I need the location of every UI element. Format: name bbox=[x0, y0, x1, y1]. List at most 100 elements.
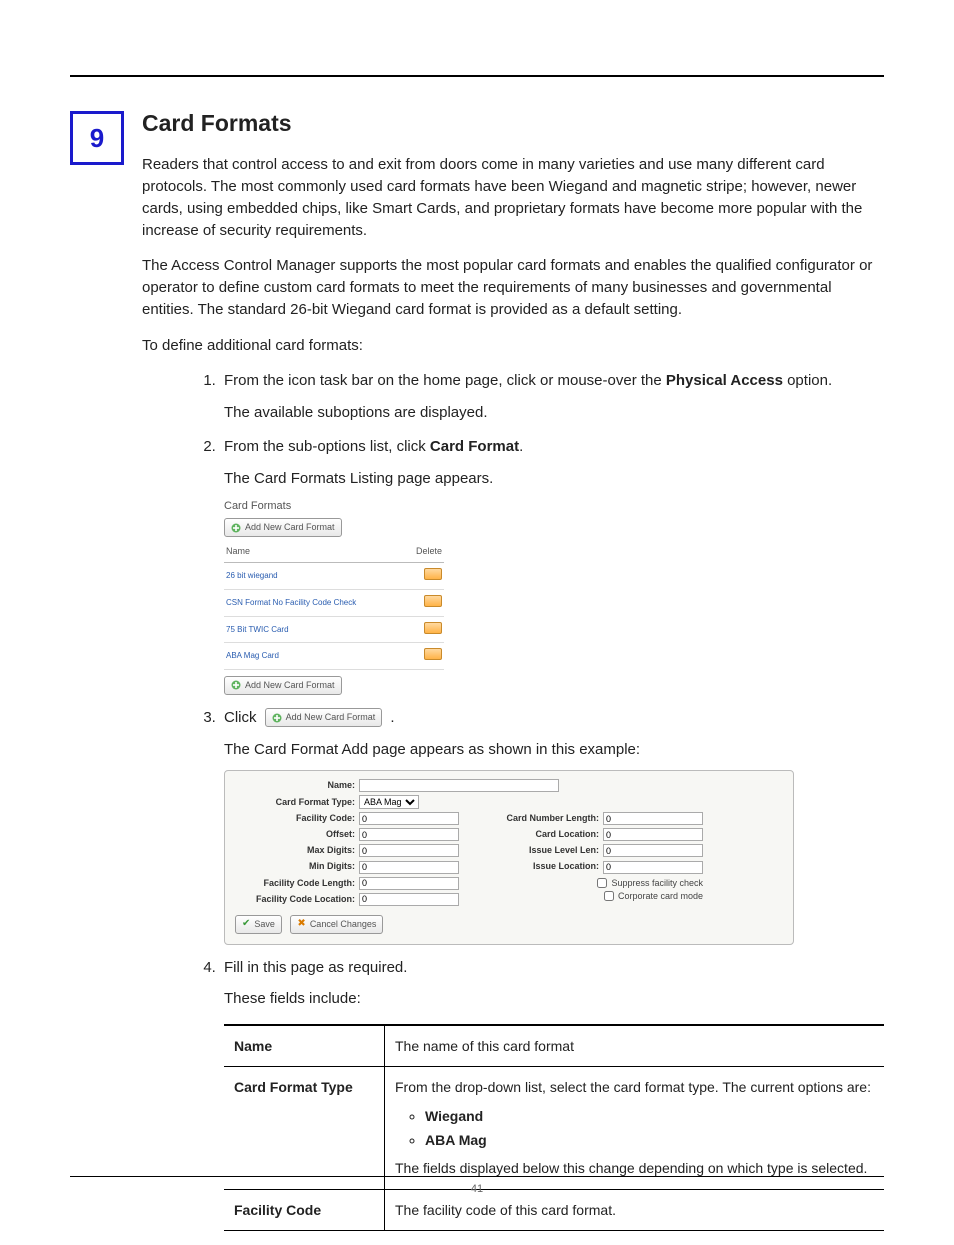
step-2: From the sub-options list, click Card Fo… bbox=[220, 436, 884, 695]
add-card-format-button-bottom[interactable]: Add New Card Format bbox=[224, 676, 342, 695]
top-rule bbox=[70, 75, 884, 77]
offset-input[interactable] bbox=[359, 828, 459, 841]
delete-icon[interactable] bbox=[424, 622, 442, 634]
form-two-columns: Facility Code: Offset: Max Digits: Min D… bbox=[235, 812, 783, 908]
step-4-text-a: Fill in this page as required. bbox=[224, 959, 407, 976]
chapter-number: 9 bbox=[90, 123, 104, 154]
type-options-list: Wiegand ABA Mag bbox=[395, 1106, 874, 1151]
cancel-button[interactable]: ✖ Cancel Changes bbox=[290, 915, 383, 934]
form-screenshot: Name: Card Format Type: ABA Mag Facility… bbox=[224, 770, 794, 944]
plus-icon bbox=[231, 680, 241, 690]
issue-level-len-input[interactable] bbox=[603, 844, 703, 857]
delete-icon[interactable] bbox=[424, 595, 442, 607]
col-name-header: Name bbox=[224, 541, 400, 563]
plus-icon bbox=[272, 713, 282, 723]
form-right-column: Card Number Length: Card Location: Issue… bbox=[479, 812, 703, 908]
desc-type-text-a: From the drop-down list, select the card… bbox=[395, 1079, 871, 1095]
inline-add-button-label: Add New Card Format bbox=[286, 711, 376, 724]
body-column: Card Formats Readers that control access… bbox=[142, 107, 884, 1245]
format-link[interactable]: 75 Bit TWIC Card bbox=[224, 616, 400, 643]
format-link[interactable]: 26 bit wiegand bbox=[224, 563, 400, 590]
facility-code-length-label: Facility Code Length: bbox=[235, 877, 355, 890]
table-header-row: Name Delete bbox=[224, 541, 444, 563]
card-number-length-input[interactable] bbox=[603, 812, 703, 825]
desc-row-facility: Facility Code The facility code of this … bbox=[224, 1189, 884, 1230]
facility-code-input[interactable] bbox=[359, 812, 459, 825]
inline-add-button[interactable]: Add New Card Format bbox=[265, 708, 383, 727]
card-number-length-label: Card Number Length: bbox=[479, 812, 599, 825]
card-location-input[interactable] bbox=[603, 828, 703, 841]
chapter-number-box: 9 bbox=[70, 111, 124, 165]
listing-screenshot: Card Formats Add New Card Format Name De… bbox=[224, 499, 444, 694]
save-label: Save bbox=[254, 918, 275, 931]
desc-type-text-b: The fields displayed below this change d… bbox=[395, 1160, 867, 1176]
type-option-abamag: ABA Mag bbox=[425, 1130, 874, 1150]
desc-type-header: Card Format Type bbox=[224, 1067, 385, 1189]
facility-code-location-input[interactable] bbox=[359, 893, 459, 906]
issue-level-len-label: Issue Level Len: bbox=[479, 844, 599, 857]
step-3-text-a: Click bbox=[224, 709, 261, 726]
cancel-label: Cancel Changes bbox=[310, 918, 377, 931]
page: 9 Card Formats Readers that control acce… bbox=[0, 0, 954, 1235]
intro-paragraph-1: Readers that control access to and exit … bbox=[142, 154, 884, 241]
steps-list: From the icon task bar on the home page,… bbox=[142, 370, 884, 1231]
add-button-label: Add New Card Format bbox=[245, 521, 335, 534]
delete-icon[interactable] bbox=[424, 568, 442, 580]
step-3-result: The Card Format Add page appears as show… bbox=[224, 739, 884, 761]
listing-table: Name Delete 26 bit wiegand CSN Format No… bbox=[224, 541, 444, 669]
type-select[interactable]: ABA Mag bbox=[359, 795, 419, 809]
page-number: 41 bbox=[471, 1183, 483, 1195]
table-row: 75 Bit TWIC Card bbox=[224, 616, 444, 643]
form-row-type: Card Format Type: ABA Mag bbox=[235, 795, 783, 809]
format-link[interactable]: CSN Format No Facility Code Check bbox=[224, 589, 400, 616]
step-1: From the icon task bar on the home page,… bbox=[220, 370, 884, 424]
format-link[interactable]: ABA Mag Card bbox=[224, 643, 400, 670]
max-digits-input[interactable] bbox=[359, 844, 459, 857]
desc-name-header: Name bbox=[224, 1025, 385, 1067]
step-4-text-b: These fields include: bbox=[224, 988, 884, 1010]
offset-label: Offset: bbox=[235, 828, 355, 841]
suppress-label: Suppress facility check bbox=[611, 877, 703, 890]
step-2-bold: Card Format bbox=[430, 438, 519, 455]
form-row-name: Name: bbox=[235, 779, 783, 792]
desc-name-value: The name of this card format bbox=[385, 1025, 885, 1067]
page-title: Card Formats bbox=[142, 107, 884, 140]
save-button[interactable]: ✔ Save bbox=[235, 915, 282, 934]
step-3: Click Add New Card Format . The Card For… bbox=[220, 707, 884, 945]
facility-code-location-label: Facility Code Location: bbox=[235, 893, 355, 906]
table-row: ABA Mag Card bbox=[224, 643, 444, 670]
col-delete-header: Delete bbox=[400, 541, 444, 563]
step-2-result: The Card Formats Listing page appears. bbox=[224, 468, 884, 490]
issue-location-input[interactable] bbox=[603, 861, 703, 874]
name-input[interactable] bbox=[359, 779, 559, 792]
suppress-checkbox[interactable] bbox=[597, 878, 607, 888]
table-row: 26 bit wiegand bbox=[224, 563, 444, 590]
type-label: Card Format Type: bbox=[235, 796, 355, 809]
add-card-format-button[interactable]: Add New Card Format bbox=[224, 518, 342, 537]
step-1-result: The available suboptions are displayed. bbox=[224, 402, 884, 424]
desc-row-name: Name The name of this card format bbox=[224, 1025, 884, 1067]
add-button-label-bottom: Add New Card Format bbox=[245, 679, 335, 692]
max-digits-label: Max Digits: bbox=[235, 844, 355, 857]
desc-row-type: Card Format Type From the drop-down list… bbox=[224, 1067, 884, 1189]
facility-code-length-input[interactable] bbox=[359, 877, 459, 890]
step-2-text-a: From the sub-options list, click bbox=[224, 438, 430, 455]
name-label: Name: bbox=[235, 779, 355, 792]
card-location-label: Card Location: bbox=[479, 828, 599, 841]
suppress-row: Suppress facility check bbox=[479, 877, 703, 890]
step-2-text-c: . bbox=[519, 438, 523, 455]
plus-icon bbox=[231, 523, 241, 533]
min-digits-input[interactable] bbox=[359, 861, 459, 874]
page-footer: 41 bbox=[70, 1176, 884, 1195]
table-row: CSN Format No Facility Code Check bbox=[224, 589, 444, 616]
desc-facility-value: The facility code of this card format. bbox=[385, 1189, 885, 1230]
intro-paragraph-2: The Access Control Manager supports the … bbox=[142, 255, 884, 320]
delete-icon[interactable] bbox=[424, 648, 442, 660]
check-icon: ✔ bbox=[242, 919, 250, 929]
step-1-text-a: From the icon task bar on the home page,… bbox=[224, 372, 666, 389]
corporate-label: Corporate card mode bbox=[618, 890, 703, 903]
type-option-wiegand: Wiegand bbox=[425, 1106, 874, 1126]
corporate-checkbox[interactable] bbox=[604, 891, 614, 901]
field-description-table: Name The name of this card format Card F… bbox=[224, 1024, 884, 1231]
cancel-icon: ✖ bbox=[297, 919, 305, 929]
